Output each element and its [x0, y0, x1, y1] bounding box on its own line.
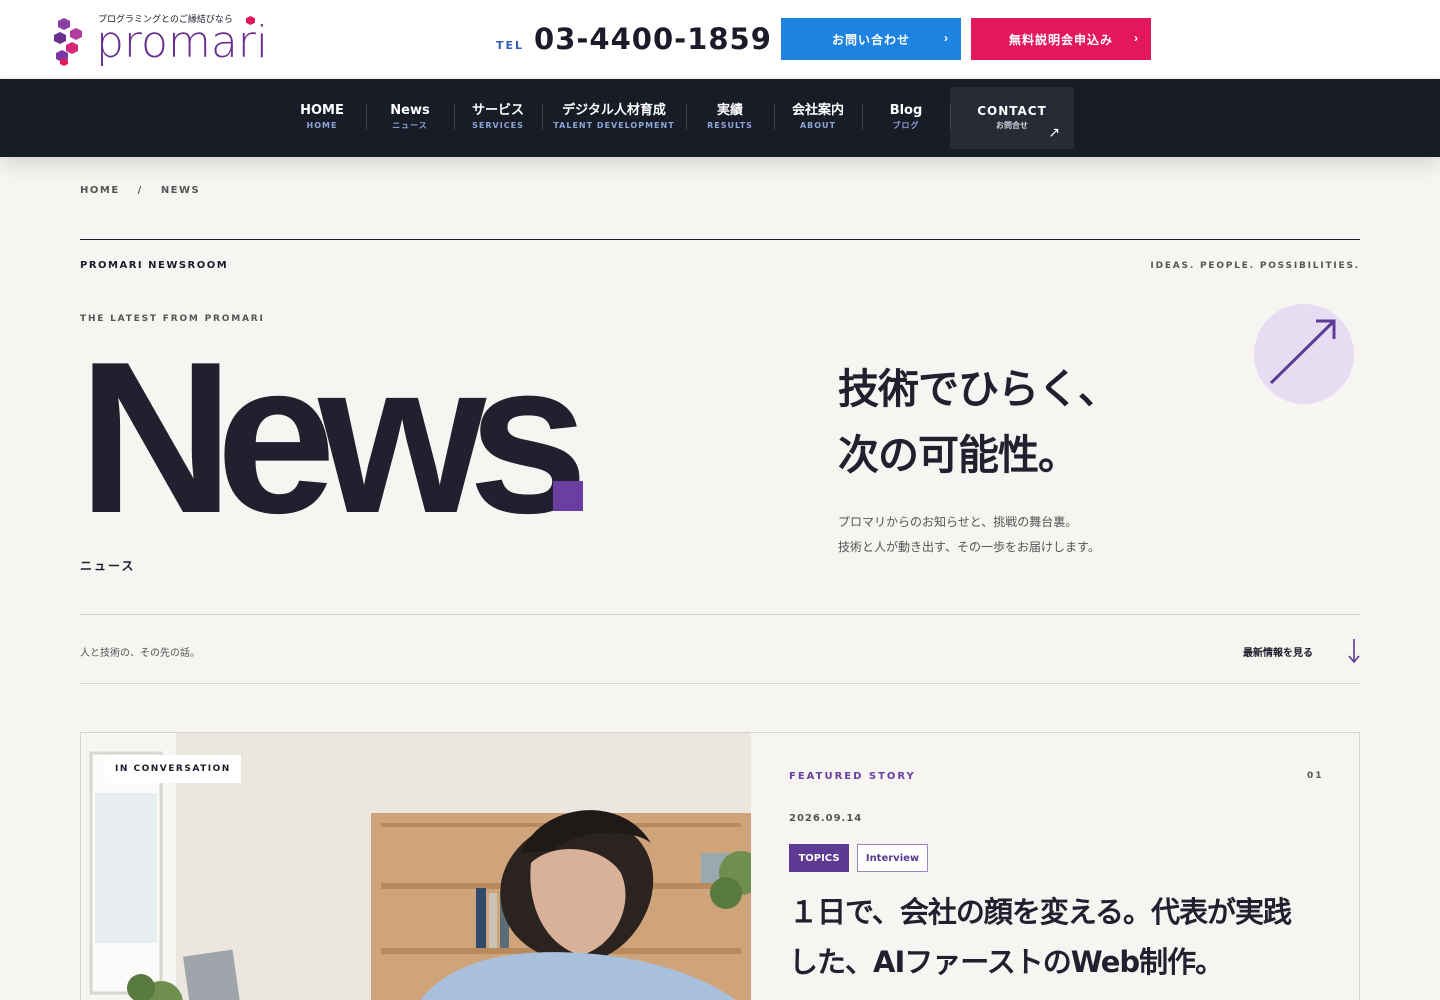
nav-sublabel: RESULTS — [707, 121, 753, 130]
featured-story-card[interactable]: IN CONVERSATION FEATURED STORY 01 2026.0… — [80, 732, 1360, 1000]
nav-sublabel: TALENT DEVELOPMENT — [553, 121, 675, 130]
headline-line: 次の可能性。 — [838, 431, 1079, 479]
nav-sublabel: HOME — [306, 121, 338, 130]
breadcrumb-current: NEWS — [160, 185, 201, 196]
arrow-down-icon[interactable] — [1344, 636, 1364, 666]
tag-topics[interactable]: TOPICS — [789, 844, 849, 872]
breadcrumb-home[interactable]: HOME — [80, 185, 120, 196]
tagline: IDEAS. PEOPLE. POSSIBILITIES. — [1150, 261, 1360, 271]
contact-button[interactable]: お問い合わせ › — [781, 18, 961, 60]
hero-accent-square — [553, 481, 583, 511]
story-title[interactable]: １日で、会社の顔を変える。代表が実践 した、AIファーストのWeb制作。 — [789, 887, 1329, 987]
nav-item-home[interactable]: HOME HOME — [278, 87, 366, 149]
nav-item-services[interactable]: サービス SERVICES — [454, 87, 542, 149]
nav-label: HOME — [300, 103, 344, 118]
hero-lead: プロマリからのお知らせと、挑戦の舞台裏。 技術と人が動き出す、その一歩をお届けし… — [838, 510, 1100, 560]
circle-arrow-button[interactable] — [1254, 304, 1354, 404]
logo-accent-icon — [246, 16, 255, 25]
tag-interview[interactable]: Interview — [857, 844, 928, 872]
nav-item-contact[interactable]: CONTACT お問合せ ↗ — [950, 87, 1074, 149]
story-date: 2026.09.14 — [789, 813, 863, 824]
apply-button-label: 無料説明会申込み — [1008, 32, 1113, 47]
tel-number[interactable]: 03-4400-1859 — [534, 22, 772, 56]
lead-line: プロマリからのお知らせと、挑戦の舞台裏。 — [838, 515, 1078, 529]
title-line: した、AIファーストのWeb制作。 — [789, 945, 1224, 979]
nav-item-news[interactable]: News ニュース — [366, 87, 454, 149]
phone-contact[interactable]: TEL 03-4400-1859 — [496, 22, 772, 56]
tel-label: TEL — [496, 39, 525, 52]
nav-label: 会社案内 — [791, 103, 844, 118]
main-nav: HOME HOME News ニュース サービス SERVICES デジタル人材… — [0, 79, 1440, 157]
chevron-right-icon: › — [944, 31, 949, 45]
arrow-up-right-icon: ↗ — [1048, 125, 1060, 141]
nav-sublabel: ABOUT — [799, 121, 837, 130]
nav-label: サービス — [471, 103, 524, 118]
see-latest-link[interactable]: 最新情報を見る — [1243, 644, 1313, 659]
lead-line: 技術と人が動き出す、その一歩をお届けします。 — [838, 540, 1100, 554]
nav-items: HOME HOME News ニュース サービス SERVICES デジタル人材… — [278, 87, 1074, 149]
contact-button-label: お問い合わせ — [831, 32, 910, 47]
arrow-up-right-icon — [1269, 319, 1336, 385]
strip-caption: 人と技術の、その先の話。 — [80, 648, 200, 659]
headline-line: 技術でひらく、 — [838, 365, 1119, 413]
site-header: プログラミングとのご縁結びなら promari TEL 03-4400-1859… — [0, 0, 1440, 78]
chevron-right-icon: › — [1134, 31, 1139, 45]
nav-item-blog[interactable]: Blog ブログ — [862, 87, 950, 149]
apply-seminar-button[interactable]: 無料説明会申込み › — [971, 18, 1151, 60]
nav-sublabel: お問合せ — [996, 121, 1028, 130]
newsroom-label: PROMARI NEWSROOM — [80, 260, 229, 271]
story-number: 01 — [1307, 771, 1324, 781]
breadcrumb: HOME / NEWS — [80, 185, 200, 196]
nav-label: Blog — [889, 103, 923, 118]
logo-cubes-icon — [54, 18, 82, 66]
hero-title: News — [78, 316, 588, 558]
nav-label: CONTACT — [977, 104, 1047, 118]
logo-wordmark: promari — [96, 17, 269, 68]
breadcrumb-separator: / — [137, 185, 143, 196]
nav-label: 実績 — [716, 103, 743, 118]
nav-label: デジタル人材育成 — [562, 103, 666, 118]
title-line: １日で、会社の顔を変える。代表が実践 — [789, 895, 1292, 929]
hero-headline: 技術でひらく、 次の可能性。 — [838, 356, 1119, 488]
nav-sublabel: SERVICES — [472, 121, 524, 130]
nav-item-about[interactable]: 会社案内 ABOUT — [774, 87, 862, 149]
divider — [80, 239, 1360, 240]
nav-label: News — [390, 103, 430, 118]
divider — [80, 683, 1360, 684]
nav-sublabel: ブログ — [892, 121, 920, 130]
photo-badge: IN CONVERSATION — [105, 755, 241, 783]
nav-item-talent[interactable]: デジタル人材育成 TALENT DEVELOPMENT — [542, 87, 686, 149]
divider — [80, 614, 1360, 615]
nav-sublabel: ニュース — [392, 121, 428, 130]
featured-label: FEATURED STORY — [789, 771, 916, 782]
promari-logo[interactable]: プログラミングとのご縁結びなら promari — [54, 10, 268, 70]
featured-photo: IN CONVERSATION — [81, 733, 751, 1000]
hero-subtitle: ニュース — [80, 559, 136, 573]
nav-item-results[interactable]: 実績 RESULTS — [686, 87, 774, 149]
